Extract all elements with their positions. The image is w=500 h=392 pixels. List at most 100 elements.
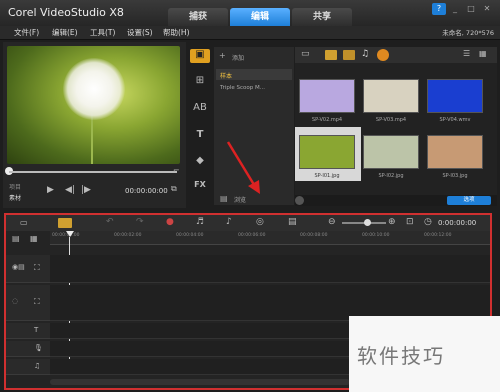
subtitle-icon[interactable]: ▤ [288, 217, 297, 227]
mode-project[interactable]: 项目 [9, 182, 21, 191]
menu-tools[interactable]: 工具(T) [90, 27, 115, 38]
zoom-slider-handle[interactable] [364, 219, 371, 226]
menu-settings[interactable]: 设置(S) [127, 27, 153, 38]
show-photo-icon[interactable] [343, 50, 355, 60]
close-button[interactable]: ✕ [480, 3, 494, 15]
menu-help[interactable]: 帮助(H) [163, 27, 190, 38]
thumbnail-view-icon[interactable]: ▦ [479, 49, 487, 58]
preview-timecode[interactable]: 00:00:00:00 [125, 187, 168, 195]
sound-mixer-icon[interactable]: ♬ [196, 217, 204, 227]
graphic-icon[interactable]: ◆ [190, 155, 210, 169]
add-folder-label[interactable]: 添加 [232, 53, 244, 62]
zoom-in-icon[interactable]: ⊕ [388, 217, 396, 227]
record-icon[interactable]: ● [166, 217, 174, 227]
thumb-sp-i03[interactable] [427, 135, 483, 169]
media-icon[interactable]: ▣ [190, 49, 210, 63]
library-panel: ▭ ♫ ☰ ▦ SP-V02.mp4 SP-V03.mp4 SP-V04.wmv… [295, 47, 497, 205]
title-icon[interactable]: T [190, 129, 210, 143]
title-bar: Corel VideoStudio X8 捕获 编辑 共享 ? _ □ ✕ [0, 0, 500, 26]
timeline-ruler[interactable]: 00:00:00:00 00:00:02:00 00:00:04:00 00:0… [50, 231, 490, 245]
video-track-toggle-icon[interactable]: ◉▤ [12, 263, 25, 271]
next-frame-icon[interactable]: |▶ [81, 185, 91, 195]
help-button[interactable]: ? [432, 3, 446, 15]
voice-track-icon: 🎙 [34, 344, 43, 352]
thumb-sp-v02[interactable] [299, 79, 355, 113]
timeline-timecode: 0:00:00:00 [438, 219, 477, 227]
video-track-icon: ⛶ [34, 263, 40, 272]
thumb-caption: SP-V02.mp4 [311, 117, 343, 123]
preview-screen [7, 46, 180, 164]
show-effects-icon[interactable] [377, 49, 389, 61]
red-arrow-annotation [226, 141, 260, 194]
mode-clip[interactable]: 素材 [9, 193, 21, 202]
zoom-out-icon[interactable]: ⊖ [328, 217, 336, 227]
thumb-sp-v04[interactable] [427, 79, 483, 113]
tab-edit[interactable]: 编辑 [230, 8, 290, 26]
music-track-header: ♫ [6, 359, 50, 375]
menu-file[interactable]: 文件(F) [14, 27, 39, 38]
music-track-icon: ♫ [34, 362, 41, 370]
ruler-tick: 00:00:04:00 [176, 233, 204, 238]
list-view-icon[interactable]: ☰ [463, 49, 470, 58]
library-bottom-bar: 选项 [295, 195, 497, 206]
timeline-view-icon[interactable] [58, 218, 72, 228]
browse-label[interactable]: 浏览 [234, 195, 246, 204]
project-info: 未命名, 720*576 [442, 29, 494, 37]
playhead-marker[interactable] [66, 231, 74, 237]
ruler-tick: 00:00:06:00 [238, 233, 266, 238]
thumb-sp-i01[interactable] [299, 135, 355, 169]
menu-edit[interactable]: 编辑(E) [52, 27, 78, 38]
motion-tracking-icon[interactable]: ◎ [256, 217, 264, 227]
undo-icon[interactable]: ↶ [106, 217, 114, 227]
fit-project-icon[interactable]: ⊡ [406, 217, 414, 227]
thumb-sp-i02[interactable] [363, 135, 419, 169]
add-icon[interactable]: + [219, 51, 226, 60]
transition-icon[interactable]: AB [190, 102, 210, 116]
redo-icon[interactable]: ↷ [136, 217, 144, 227]
video-track[interactable] [50, 255, 490, 283]
instant-project-icon[interactable]: ⊞ [190, 75, 210, 89]
tab-share[interactable]: 共享 [292, 8, 352, 26]
title-track-header: T [6, 323, 50, 339]
prev-frame-icon[interactable]: ◀| [65, 185, 75, 195]
auto-music-icon[interactable]: ♪ [226, 217, 232, 227]
preview-panel: ⌐ 项目 素材 ▶ ◀| |▶ 00:00:00:00 ⧉ [3, 42, 186, 208]
library-toolbar: ▭ ♫ ☰ ▦ [295, 47, 497, 63]
ruler-tick: 00:00:08:00 [300, 233, 328, 238]
minimize-button[interactable]: _ [448, 3, 462, 15]
thumb-caption: SP-V03.mp4 [375, 117, 407, 123]
storyboard-view-icon[interactable]: ▭ [20, 218, 28, 227]
thumb-caption: SP-I01.jpg [314, 173, 340, 179]
maximize-button[interactable]: □ [464, 3, 478, 15]
ruler-tick: 00:00:02:00 [114, 233, 142, 238]
timeline-toolbar: ▭ ↶ ↷ ● ♬ ♪ ◎ ▤ ⊖ ⊕ ⊡ ◷ 0:00:00:00 [6, 215, 490, 231]
show-video-icon[interactable] [325, 50, 337, 60]
overlay-toggle-icon[interactable]: ◌ [12, 297, 18, 305]
show-audio-icon[interactable]: ♫ [361, 49, 369, 59]
watermark: 软件技巧 [349, 316, 500, 392]
mark-icon[interactable]: ⌐ [173, 166, 180, 175]
overlay-track-header: ◌ ⛶ [6, 285, 50, 321]
folder-item-music[interactable]: Triple Scoop M... [220, 85, 265, 91]
folder-item-label: 样本 [220, 73, 233, 80]
browse-icon[interactable]: ▤ [220, 194, 228, 203]
chapter-icon[interactable]: ▦ [30, 234, 38, 243]
ruler-tick: 00:00:12:00 [424, 233, 452, 238]
play-icon[interactable]: ▶ [47, 185, 54, 195]
folder-icon[interactable]: ▭ [301, 49, 310, 59]
thumb-caption: SP-I03.jpg [442, 173, 468, 179]
scroll-left-icon[interactable] [295, 196, 304, 205]
expand-icon[interactable]: ⧉ [171, 184, 177, 194]
thumb-sp-v03[interactable] [363, 79, 419, 113]
title-track-icon: T [34, 326, 39, 334]
clock-icon: ◷ [424, 217, 432, 227]
filter-icon[interactable]: FX [190, 180, 210, 194]
options-button[interactable]: 选项 [447, 196, 491, 205]
timeline-scrollbar[interactable] [50, 379, 350, 385]
menu-bar: 文件(F) 编辑(E) 工具(T) 设置(S) 帮助(H) 未命名, 720*5… [0, 26, 500, 40]
tab-capture[interactable]: 捕获 [168, 8, 228, 26]
track-manager-icon[interactable]: ▤ [12, 234, 20, 243]
thumb-caption: SP-V04.wmv [439, 117, 471, 123]
app-title: Corel VideoStudio X8 [8, 6, 124, 19]
scrub-bar[interactable] [9, 171, 177, 173]
